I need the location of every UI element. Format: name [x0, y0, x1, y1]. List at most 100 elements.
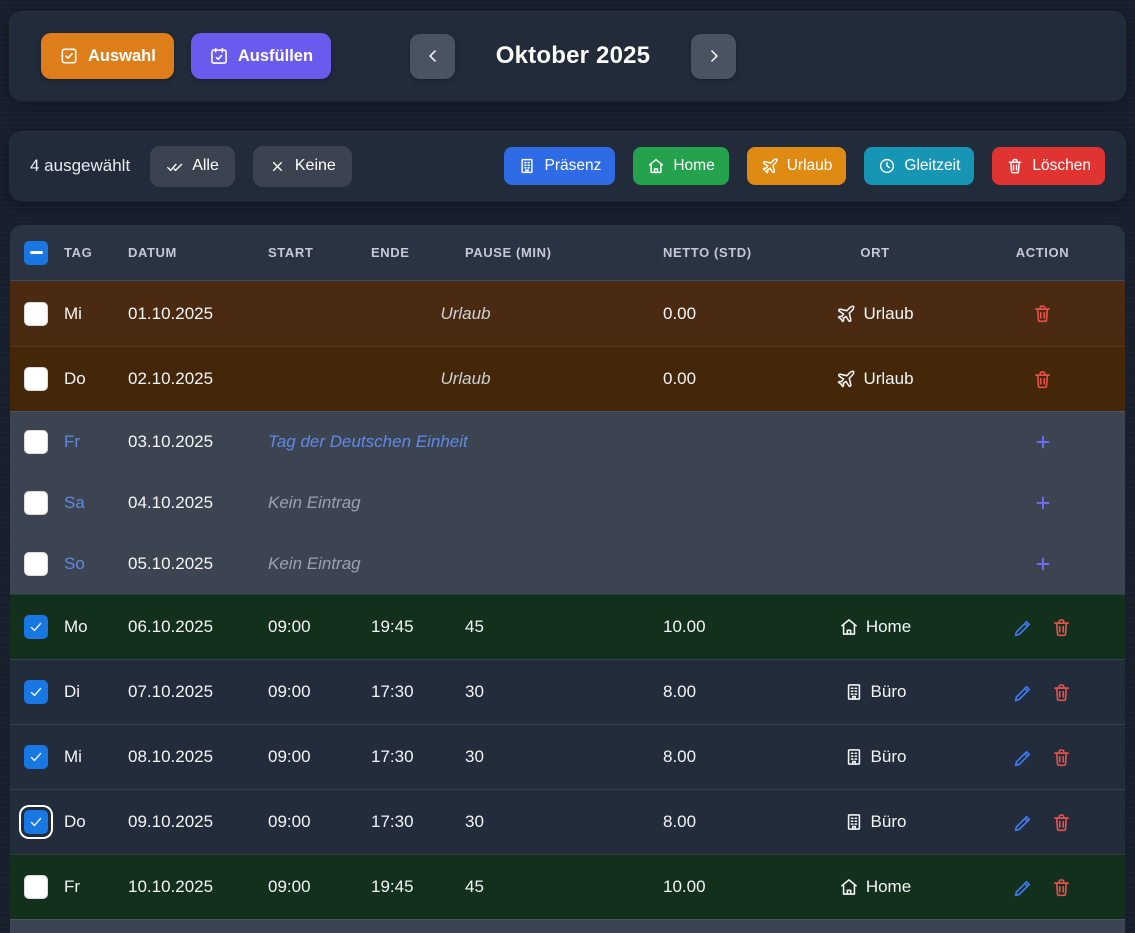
- delete-entry-button[interactable]: [1051, 877, 1072, 898]
- delete-entry-button[interactable]: [1051, 747, 1072, 768]
- trash-icon: [1032, 369, 1053, 390]
- row-ort: Home: [790, 877, 960, 897]
- row-checkbox[interactable]: [24, 491, 48, 515]
- row-day: Mi: [54, 304, 128, 324]
- ausfuellen-button-label: Ausfüllen: [238, 47, 313, 66]
- row-checkbox[interactable]: [24, 430, 48, 454]
- prev-month-button[interactable]: [410, 34, 455, 79]
- select-none-button[interactable]: Keine: [253, 146, 352, 187]
- row-netto: 0.00: [663, 369, 790, 389]
- row-checkbox[interactable]: [24, 680, 48, 704]
- building-icon: [518, 157, 536, 175]
- trash-icon: [1051, 877, 1072, 898]
- auswahl-button[interactable]: Auswahl: [41, 33, 174, 79]
- add-entry-button[interactable]: [1033, 432, 1053, 452]
- row-start: 09:00: [268, 877, 371, 897]
- bulk-actions: Präsenz Home Urlaub Gleitzeit Löschen: [504, 147, 1105, 185]
- clock-icon: [878, 157, 896, 175]
- x-icon: [269, 158, 286, 175]
- month-toolbar: Auswahl Ausfüllen Oktober 2025: [8, 10, 1127, 102]
- row-pause: 45: [465, 877, 663, 897]
- delete-entry-button[interactable]: [1032, 303, 1053, 324]
- row-date: 06.10.2025: [128, 617, 268, 637]
- row-pause: 30: [465, 812, 663, 832]
- row-checkbox-cell: [10, 552, 54, 576]
- trash-icon: [1051, 617, 1072, 638]
- add-entry-button[interactable]: [1033, 554, 1053, 574]
- table-row: Do 09.10.2025 09:00 17:30 30 8.00 Büro: [10, 789, 1125, 854]
- row-ort-label: Büro: [871, 682, 907, 702]
- plane-icon: [761, 157, 779, 175]
- select-all-button[interactable]: Alle: [150, 146, 235, 187]
- row-checkbox[interactable]: [24, 552, 48, 576]
- row-date: 05.10.2025: [128, 554, 268, 574]
- check-square-icon: [59, 46, 79, 66]
- bulk-urlaub-button[interactable]: Urlaub: [747, 147, 847, 185]
- column-header-netto: NETTO (STD): [663, 245, 790, 260]
- add-entry-button[interactable]: [1033, 493, 1053, 513]
- row-day: Mo: [54, 617, 128, 637]
- trash-icon: [1051, 812, 1072, 833]
- edit-entry-button[interactable]: [1013, 877, 1034, 898]
- building-icon: [844, 682, 864, 702]
- row-netto: 10.00: [663, 877, 790, 897]
- delete-entry-button[interactable]: [1051, 617, 1072, 638]
- selected-count: 4 ausgewählt: [30, 156, 130, 176]
- bulk-gleitzeit-button[interactable]: Gleitzeit: [864, 147, 974, 185]
- row-checkbox-cell: [10, 745, 54, 769]
- row-checkbox[interactable]: [24, 745, 48, 769]
- row-note: Urlaub: [268, 304, 663, 324]
- row-pause: 30: [465, 682, 663, 702]
- delete-entry-button[interactable]: [1032, 369, 1053, 390]
- row-ort-label: Home: [866, 877, 911, 897]
- column-header-start: START: [268, 245, 371, 260]
- table-row-partial: [10, 919, 1125, 933]
- row-checkbox[interactable]: [24, 367, 48, 391]
- row-checkbox-cell: [10, 680, 54, 704]
- row-checkbox[interactable]: [24, 302, 48, 326]
- row-pause: 45: [465, 617, 663, 637]
- column-header-datum: DATUM: [128, 245, 268, 260]
- row-checkbox[interactable]: [24, 810, 48, 834]
- chevron-right-icon: [704, 46, 724, 66]
- bulk-praesenz-button[interactable]: Präsenz: [504, 147, 615, 185]
- row-date: 07.10.2025: [128, 682, 268, 702]
- pencil-icon: [1013, 747, 1034, 768]
- edit-entry-button[interactable]: [1013, 617, 1034, 638]
- delete-entry-button[interactable]: [1051, 812, 1072, 833]
- ausfuellen-button[interactable]: Ausfüllen: [191, 33, 331, 79]
- edit-entry-button[interactable]: [1013, 812, 1034, 833]
- bulk-loeschen-button[interactable]: Löschen: [992, 147, 1105, 185]
- row-ort-label: Home: [866, 617, 911, 637]
- edit-entry-button[interactable]: [1013, 747, 1034, 768]
- row-note: Kein Eintrag: [268, 554, 790, 574]
- indeterminate-mark: [30, 251, 43, 255]
- select-all-checkbox[interactable]: [24, 241, 48, 265]
- row-checkbox-cell: [10, 875, 54, 899]
- selection-toolbar: 4 ausgewählt Alle Keine Präsenz Home Urlau…: [8, 130, 1127, 202]
- row-checkbox-cell: [10, 491, 54, 515]
- header-checkbox-cell: [10, 241, 54, 265]
- row-start: 09:00: [268, 747, 371, 767]
- edit-entry-button[interactable]: [1013, 682, 1034, 703]
- delete-entry-button[interactable]: [1051, 682, 1072, 703]
- row-checkbox[interactable]: [24, 875, 48, 899]
- home-icon: [839, 877, 859, 897]
- row-checkbox[interactable]: [24, 615, 48, 639]
- row-ort: Büro: [790, 747, 960, 767]
- row-checkbox-cell: [10, 367, 54, 391]
- month-title: Oktober 2025: [467, 42, 679, 70]
- table-row: Fr 03.10.2025 Tag der Deutschen Einheit: [10, 411, 1125, 472]
- bulk-home-label: Home: [673, 157, 714, 175]
- next-month-button[interactable]: [691, 34, 736, 79]
- table-row: Sa 04.10.2025 Kein Eintrag: [10, 472, 1125, 533]
- row-date: 08.10.2025: [128, 747, 268, 767]
- pencil-icon: [1013, 812, 1034, 833]
- trash-icon: [1006, 157, 1024, 175]
- row-actions: [960, 682, 1125, 703]
- bulk-home-button[interactable]: Home: [633, 147, 728, 185]
- row-date: 09.10.2025: [128, 812, 268, 832]
- row-ende: 17:30: [371, 747, 465, 767]
- bulk-praesenz-label: Präsenz: [544, 157, 601, 175]
- column-header-action: ACTION: [960, 245, 1125, 260]
